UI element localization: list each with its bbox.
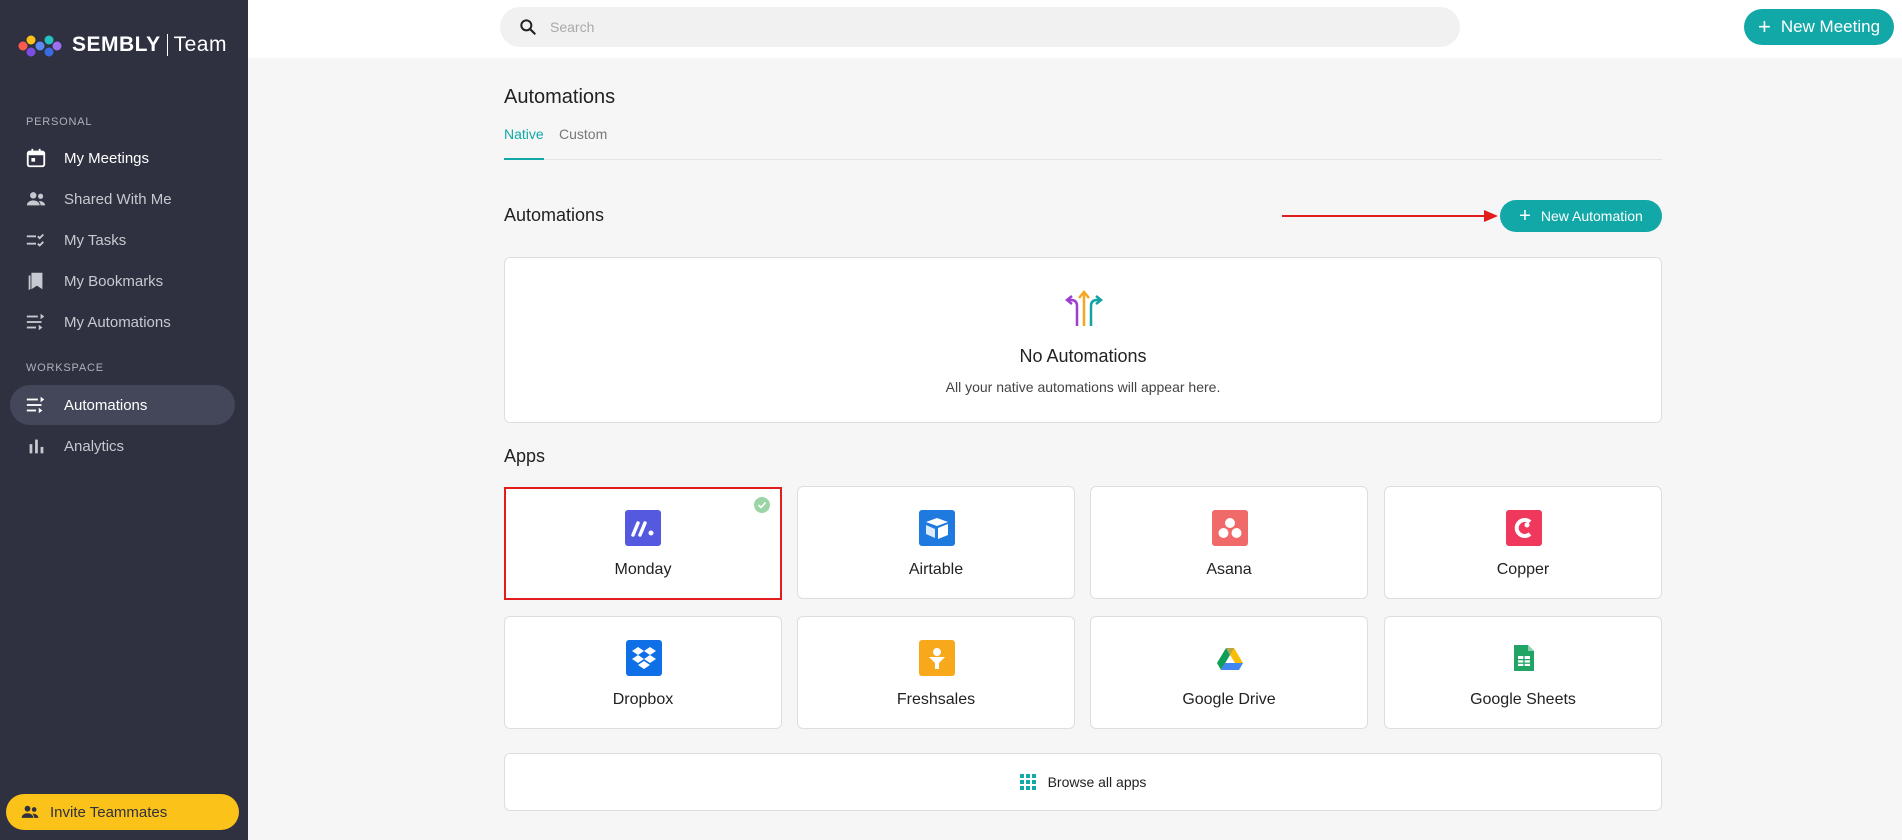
- section-label-personal: PERSONAL: [26, 116, 93, 128]
- asana-icon: [1212, 510, 1248, 546]
- sidebar-item-shared-with-me[interactable]: Shared With Me: [10, 179, 235, 219]
- empty-subtitle: All your native automations will appear …: [945, 379, 1221, 395]
- sidebar-item-my-automations[interactable]: My Automations: [10, 302, 235, 342]
- sembly-logo[interactable]: SEMBLY Team: [18, 32, 227, 58]
- tab-native[interactable]: Native: [504, 126, 544, 160]
- sidebar-item-my-meetings[interactable]: My Meetings: [10, 138, 235, 178]
- empty-automations-panel: No Automations All your native automatio…: [504, 257, 1662, 423]
- connected-check-icon: [754, 497, 770, 513]
- browse-all-label: Browse all apps: [1047, 774, 1147, 790]
- sidebar-item-my-bookmarks[interactable]: My Bookmarks: [10, 261, 235, 301]
- empty-title: No Automations: [1019, 346, 1147, 366]
- automations-icon: [24, 393, 48, 417]
- calendar-icon: [24, 146, 48, 170]
- tab-custom[interactable]: Custom: [559, 126, 607, 160]
- app-name: Asana: [1206, 561, 1252, 578]
- sidebar-item-label: My Meetings: [64, 149, 150, 167]
- app-name: Monday: [614, 561, 672, 578]
- app-name: Google Sheets: [1470, 691, 1576, 708]
- google-sheets-icon: [1506, 640, 1542, 676]
- app-card-freshsales[interactable]: Freshsales: [797, 616, 1075, 729]
- app-card-dropbox[interactable]: Dropbox: [504, 616, 782, 729]
- tab-bar: Native Custom: [504, 126, 1662, 160]
- search-bar[interactable]: [500, 7, 1460, 47]
- app-card-copper[interactable]: Copper: [1384, 486, 1662, 599]
- new-automation-label: New Automation: [1540, 208, 1643, 224]
- annotation-arrow: [1282, 210, 1498, 222]
- sidebar-item-label: Analytics: [64, 437, 125, 455]
- app-name: Dropbox: [612, 691, 674, 708]
- invite-label: Invite Teammates: [50, 803, 168, 821]
- brand-plan: Team: [173, 33, 227, 56]
- sidebar-item-label: Shared With Me: [64, 190, 172, 208]
- app-name: Freshsales: [896, 691, 976, 708]
- automations-section-title: Automations: [504, 205, 605, 225]
- sidebar-item-label: My Automations: [64, 313, 171, 331]
- sidebar-item-analytics[interactable]: Analytics: [10, 426, 235, 466]
- search-icon: [518, 17, 538, 37]
- plus-icon: +: [1519, 205, 1531, 227]
- bar-chart-icon: [24, 434, 48, 458]
- people-icon: [24, 187, 48, 211]
- split-arrows-icon: [1064, 290, 1104, 326]
- sidebar-item-label: Automations: [64, 396, 148, 414]
- app-card-asana[interactable]: Asana: [1090, 486, 1368, 599]
- new-automation-button[interactable]: + New Automation: [1500, 200, 1662, 232]
- app-card-monday[interactable]: Monday: [504, 487, 782, 600]
- copper-icon: [1506, 510, 1542, 546]
- dropbox-icon: [626, 640, 662, 676]
- sidebar-item-my-tasks[interactable]: My Tasks: [10, 220, 235, 260]
- apps-section-title: Apps: [504, 446, 546, 466]
- people-icon: [20, 802, 40, 822]
- logo-divider: [166, 34, 168, 57]
- app-card-google-sheets[interactable]: Google Sheets: [1384, 616, 1662, 729]
- app-name: Airtable: [908, 561, 964, 578]
- invite-teammates-button[interactable]: Invite Teammates: [6, 794, 239, 830]
- bookmarks-icon: [24, 269, 48, 293]
- app-name: Copper: [1496, 561, 1550, 578]
- app-card-google-drive[interactable]: Google Drive: [1090, 616, 1368, 729]
- tasks-icon: [24, 228, 48, 252]
- section-label-workspace: WORKSPACE: [26, 362, 104, 374]
- top-bar: + New Meeting: [248, 0, 1902, 58]
- sidebar-item-automations[interactable]: Automations: [10, 385, 235, 425]
- monday-icon: [625, 510, 661, 546]
- freshsales-icon: [919, 640, 955, 676]
- search-input[interactable]: [550, 19, 1430, 35]
- sembly-logo-icon: [18, 35, 62, 57]
- app-card-airtable[interactable]: Airtable: [797, 486, 1075, 599]
- grid-icon: [1019, 774, 1036, 790]
- sidebar: SEMBLY Team PERSONAL My Meetings Shared W…: [0, 0, 248, 840]
- new-meeting-label: New Meeting: [1780, 17, 1881, 36]
- airtable-icon: [919, 510, 955, 546]
- page-title: Automations: [504, 86, 616, 108]
- sidebar-item-label: My Tasks: [64, 231, 127, 249]
- plus-icon: +: [1757, 14, 1771, 39]
- browse-all-apps-button[interactable]: Browse all apps: [504, 753, 1662, 811]
- brand-name: SEMBLY: [72, 33, 161, 56]
- app-name: Google Drive: [1182, 691, 1276, 708]
- sidebar-item-label: My Bookmarks: [64, 272, 164, 290]
- new-meeting-button[interactable]: + New Meeting: [1744, 9, 1894, 45]
- automations-icon: [24, 310, 48, 334]
- google-drive-icon: [1212, 640, 1248, 676]
